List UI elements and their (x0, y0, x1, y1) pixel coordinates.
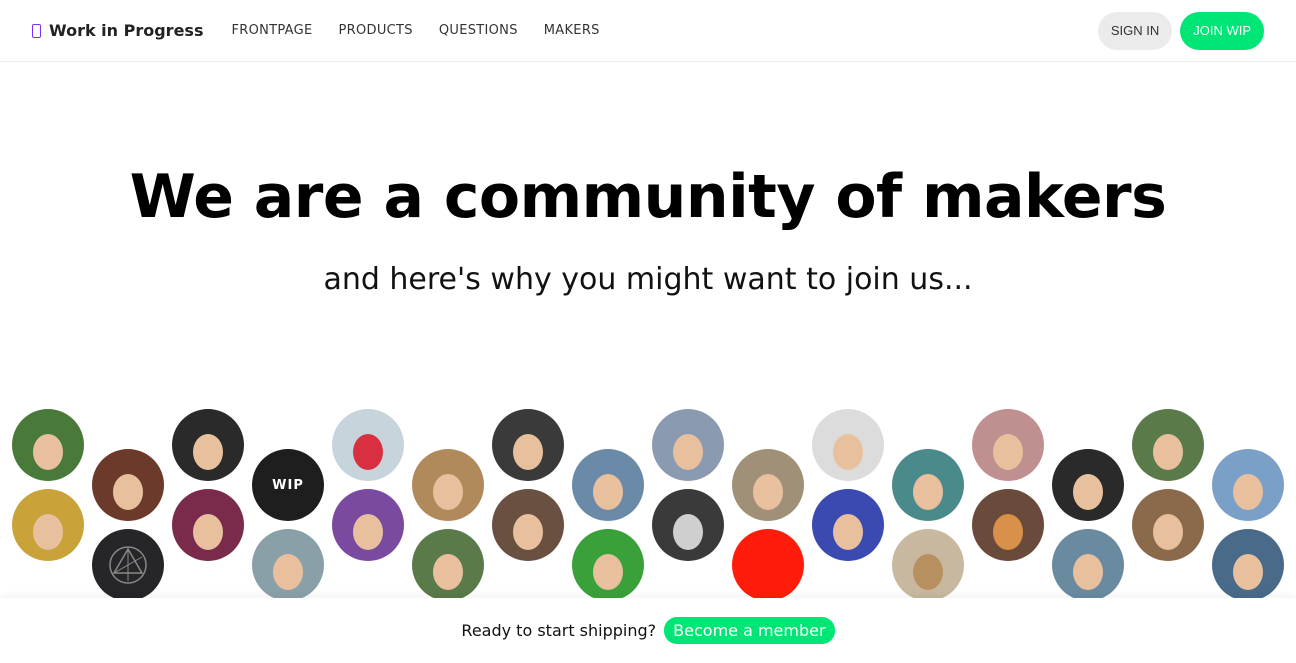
nav-link-makers[interactable]: MAKERS (544, 23, 600, 38)
nav-actions: SIGN IN JOIN WIP (1097, 11, 1264, 50)
become-member-button[interactable]: Become a member (664, 617, 835, 644)
hero-title: We are a community of makers (129, 162, 1167, 232)
maker-avatar[interactable] (252, 529, 324, 600)
maker-avatar[interactable] (572, 529, 644, 600)
nav-link-frontpage[interactable]: FRONTPAGE (231, 23, 312, 38)
maker-avatar[interactable] (332, 409, 404, 481)
wip-logo-icon (32, 23, 41, 38)
maker-avatar[interactable] (412, 449, 484, 521)
signup-cta-bar: Ready to start shipping? Become a member (0, 598, 1296, 663)
geometric-logo-icon (109, 546, 147, 584)
maker-avatar[interactable] (492, 489, 564, 561)
maker-avatar[interactable] (652, 409, 724, 481)
hero-subtitle: and here's why you might want to join us… (323, 262, 973, 297)
sign-in-button[interactable]: SIGN IN (1097, 11, 1173, 50)
brand-link[interactable]: Work in Progress (32, 21, 203, 40)
maker-avatar[interactable] (1052, 529, 1124, 600)
maker-avatar[interactable] (652, 489, 724, 561)
maker-avatar[interactable] (1212, 529, 1284, 600)
main-nav: FRONTPAGE PRODUCTS QUESTIONS MAKERS (231, 23, 599, 38)
maker-avatar[interactable] (972, 409, 1044, 481)
maker-avatar[interactable] (892, 449, 964, 521)
maker-avatar[interactable] (812, 489, 884, 561)
maker-avatar[interactable] (732, 449, 804, 521)
maker-avatar[interactable] (92, 529, 164, 600)
nav-link-questions[interactable]: QUESTIONS (439, 23, 518, 38)
maker-avatar[interactable] (172, 489, 244, 561)
navbar: Work in Progress FRONTPAGE PRODUCTS QUES… (0, 0, 1296, 62)
maker-avatar[interactable] (332, 489, 404, 561)
maker-avatar[interactable] (1052, 449, 1124, 521)
maker-avatar[interactable] (412, 529, 484, 600)
maker-avatar[interactable] (92, 449, 164, 521)
maker-avatar[interactable] (492, 409, 564, 481)
maker-avatar[interactable] (172, 409, 244, 481)
maker-avatar[interactable]: WIP (252, 449, 324, 521)
maker-avatar[interactable] (572, 449, 644, 521)
maker-avatar[interactable] (732, 529, 804, 600)
maker-avatar[interactable] (892, 529, 964, 600)
brand-name: Work in Progress (49, 21, 204, 40)
maker-avatar[interactable] (1212, 449, 1284, 521)
maker-avatar[interactable] (1132, 409, 1204, 481)
maker-avatar[interactable] (812, 409, 884, 481)
maker-avatar[interactable] (12, 409, 84, 481)
maker-avatar[interactable] (972, 489, 1044, 561)
wip-cap-label: WIP (272, 477, 304, 493)
maker-avatar[interactable] (12, 489, 84, 561)
join-wip-button[interactable]: JOIN WIP (1180, 11, 1264, 50)
nav-link-products[interactable]: PRODUCTS (339, 23, 413, 38)
maker-avatars: WIP (0, 400, 1296, 600)
cta-prompt: Ready to start shipping? (461, 621, 657, 640)
maker-avatar[interactable] (1132, 489, 1204, 561)
